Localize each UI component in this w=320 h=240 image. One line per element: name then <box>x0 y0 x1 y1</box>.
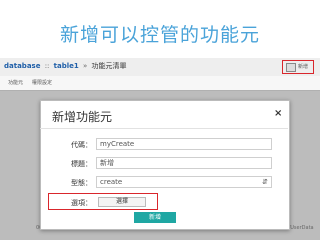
type-select[interactable]: create ⇵ <box>96 176 272 188</box>
options-label: 選項： <box>71 199 92 207</box>
tab-bar: 功能元 權限設定 <box>0 76 320 91</box>
breadcrumb-database[interactable]: database <box>4 62 40 70</box>
type-label: 型態： <box>71 179 92 187</box>
add-button-highlight[interactable]: 新增 <box>282 60 314 74</box>
submit-button[interactable]: 新增 <box>134 212 176 223</box>
breadcrumb: database :: table1 » 功能元清單 <box>4 61 127 71</box>
breadcrumb-separator: :: <box>44 62 50 70</box>
modal-title: 新增功能元 <box>52 110 113 124</box>
add-button-label: 新增 <box>298 64 309 70</box>
title-label: 標題： <box>71 160 92 168</box>
tab-functions[interactable]: 功能元 <box>8 79 23 86</box>
slide-title: 新增可以控管的功能元 <box>59 24 260 46</box>
choose-options-button[interactable]: 選擇 <box>98 197 146 207</box>
modal-divider <box>40 128 288 129</box>
code-label: 代碼： <box>71 141 92 149</box>
add-icon <box>286 63 296 72</box>
type-select-value: create <box>100 178 123 186</box>
tab-permissions[interactable]: 權限設定 <box>32 79 52 86</box>
breadcrumb-table[interactable]: table1 <box>54 62 79 70</box>
breadcrumb-arrow: » <box>82 62 88 70</box>
title-input[interactable]: 新增 <box>96 157 272 169</box>
select-arrows-icon: ⇵ <box>262 178 268 186</box>
breadcrumb-page: 功能元清單 <box>91 62 127 70</box>
close-icon[interactable]: × <box>274 108 282 119</box>
code-input[interactable]: myCreate <box>96 138 272 150</box>
